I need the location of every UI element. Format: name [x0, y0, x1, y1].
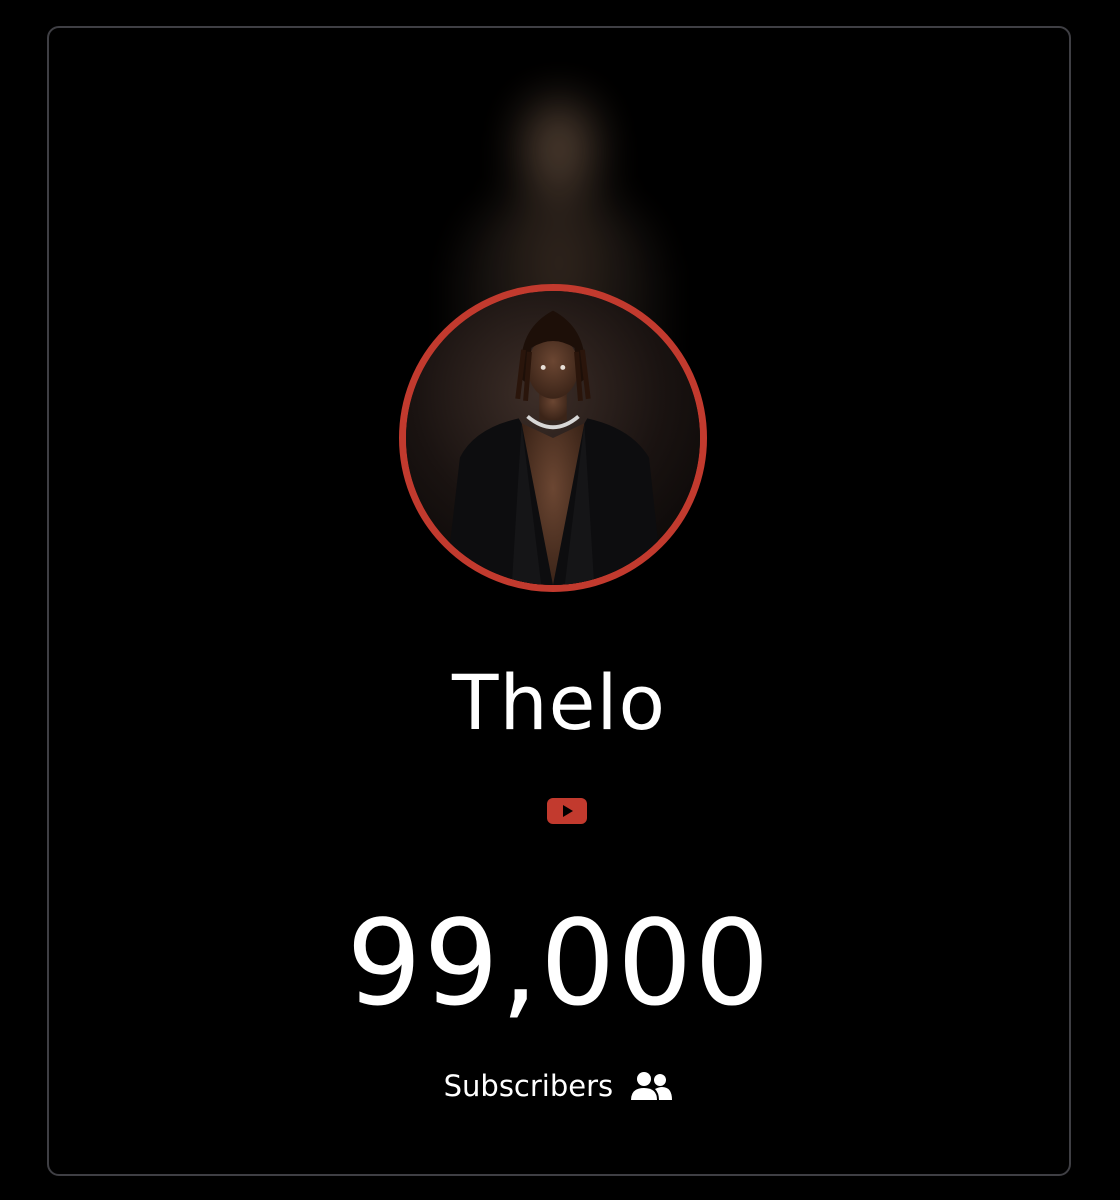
users-icon	[631, 1072, 673, 1100]
subscribers-row: Subscribers	[49, 1066, 1069, 1106]
subscribers-label: Subscribers	[443, 1069, 614, 1103]
subscriber-count: 99,000	[346, 894, 772, 1032]
channel-card: Thelo 99,000 Subscribers	[47, 26, 1071, 1176]
avatar	[399, 284, 707, 592]
channel-name: Thelo	[452, 658, 666, 747]
youtube-icon	[547, 798, 587, 824]
